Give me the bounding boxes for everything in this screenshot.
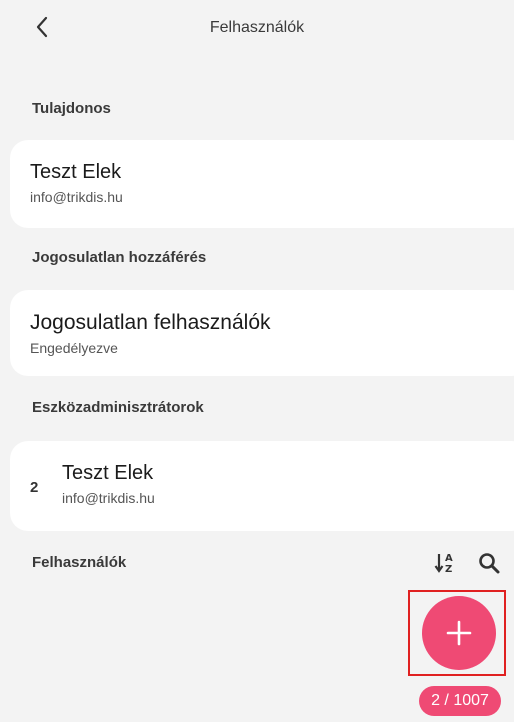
sort-button[interactable]: A Z <box>434 551 458 575</box>
top-bar: Felhasználók <box>0 0 514 60</box>
owner-card[interactable]: Teszt Elek info@trikdis.hu <box>10 140 514 228</box>
search-icon <box>479 553 500 574</box>
svg-text:A: A <box>445 553 453 564</box>
section-label-admins: Eszközadminisztrátorok <box>32 399 204 416</box>
page-title: Felhasználók <box>209 19 305 36</box>
owner-email: info@trikdis.hu <box>30 189 123 205</box>
plus-icon <box>446 620 472 646</box>
svg-text:Z: Z <box>445 564 452 575</box>
unauthorized-users-status: Engedélyezve <box>30 340 118 356</box>
admin-name: Teszt Elek <box>62 462 154 484</box>
section-label-owner: Tulajdonos <box>32 100 111 117</box>
search-button[interactable] <box>477 551 501 575</box>
section-label-users: Felhasználók <box>32 554 127 571</box>
admin-number: 2 <box>30 479 39 496</box>
add-user-button[interactable] <box>422 596 496 670</box>
unauthorized-users-card[interactable]: Jogosulatlan felhasználók Engedélyezve <box>10 290 514 376</box>
admin-list-item[interactable]: 2 Teszt Elek info@trikdis.hu <box>10 441 514 531</box>
unauthorized-users-title: Jogosulatlan felhasználók <box>30 311 271 334</box>
admin-email: info@trikdis.hu <box>62 490 155 506</box>
owner-name: Teszt Elek <box>30 161 122 183</box>
user-count-badge: 2 / 1007 <box>419 686 501 716</box>
section-label-unauthorized: Jogosulatlan hozzáférés <box>32 249 207 266</box>
sort-alpha-icon: A Z <box>434 553 453 575</box>
